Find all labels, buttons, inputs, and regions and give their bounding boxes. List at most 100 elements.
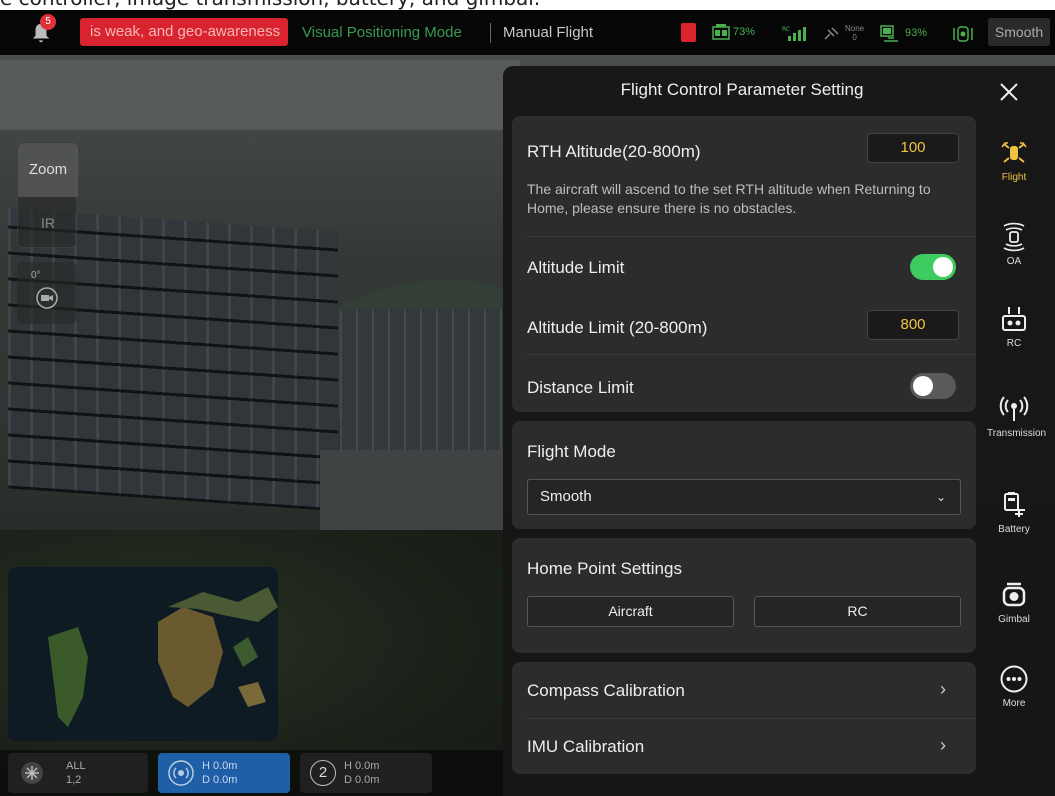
home-point-aircraft-button[interactable]: Aircraft xyxy=(527,596,734,627)
aircraft-1-icon xyxy=(168,760,194,786)
aircraft-2-number: 2 xyxy=(310,760,336,786)
gimbal-control[interactable]: 0° xyxy=(17,262,77,324)
nav-flight-label: Flight xyxy=(1001,172,1027,183)
nav-rc[interactable]: RC xyxy=(987,304,1041,350)
aircraft-1-distance: D 0.0m xyxy=(202,774,238,786)
imu-calibration-label: IMU Calibration xyxy=(527,737,645,756)
record-icon[interactable] xyxy=(35,286,59,310)
toggle-knob xyxy=(933,257,953,277)
gimbal-angle: 0° xyxy=(31,270,41,281)
mode-chip[interactable]: Smooth xyxy=(988,18,1050,46)
nav-battery[interactable]: Battery xyxy=(987,490,1041,536)
chevron-right-icon: › xyxy=(940,735,946,755)
aircraft-battery-status: 93% xyxy=(880,24,927,42)
aircraft-2-chip[interactable]: 2 H 0.0m D 0.0m xyxy=(300,753,432,793)
altitude-limit-label: Altitude Limit xyxy=(527,258,625,277)
ir-button[interactable]: IR xyxy=(18,203,78,243)
flight-mode-select[interactable]: Smooth ⌄ xyxy=(527,479,961,515)
more-icon xyxy=(1000,665,1028,693)
all-label: ALL xyxy=(66,760,86,772)
chevron-down-icon: ⌄ xyxy=(935,490,946,504)
rc-battery-status: 73% xyxy=(712,24,755,40)
sd-card-icon xyxy=(681,23,696,42)
lens-switcher: Zoom IR xyxy=(17,142,78,248)
gps-label: None xyxy=(845,24,865,33)
caption-strip: e controller, image transmission, batter… xyxy=(0,0,1055,10)
panel-title: Flight Control Parameter Setting xyxy=(620,80,864,99)
transmission-icon xyxy=(999,396,1029,421)
distance-limit-label: Distance Limit xyxy=(527,378,634,397)
altitude-limit-value-label: Altitude Limit (20-800m) xyxy=(527,318,708,337)
aircraft-battery-percent: 93% xyxy=(905,27,928,39)
divider xyxy=(527,354,976,355)
compass-calibration-label: Compass Calibration xyxy=(527,681,685,700)
nav-flight[interactable]: Flight xyxy=(987,138,1041,184)
aircraft-2-height: H 0.0m xyxy=(344,760,380,772)
home-point-rc-button[interactable]: RC xyxy=(754,596,961,627)
status-bar: 5 is weak, and geo-awareness Visual Posi… xyxy=(0,10,1055,55)
signal-status: RC xyxy=(782,24,808,42)
imu-calibration-row[interactable]: IMU Calibration › xyxy=(512,718,976,774)
flight-mode-status: Manual Flight xyxy=(503,24,594,41)
world-minimap[interactable] xyxy=(8,567,278,741)
altitude-limit-toggle[interactable] xyxy=(910,254,956,280)
nav-gimbal-label: Gimbal xyxy=(998,614,1030,625)
compass-calibration-row[interactable]: Compass Calibration › xyxy=(512,662,976,718)
aircraft-1-chip[interactable]: H 0.0m D 0.0m xyxy=(158,753,290,793)
aircraft-1-height: H 0.0m xyxy=(202,760,238,772)
warning-banner[interactable]: is weak, and geo-awareness xyxy=(80,18,288,46)
caption-text: e controller, image transmission, batter… xyxy=(0,0,540,10)
nav-gimbal[interactable]: Gimbal xyxy=(987,580,1041,626)
rc-battery-percent: 73% xyxy=(733,26,756,38)
nav-rc-label: RC xyxy=(1006,338,1022,349)
aircraft-group-icon xyxy=(21,762,43,784)
aircraft-battery-icon xyxy=(880,25,898,42)
nav-more[interactable]: More xyxy=(987,664,1041,710)
altitude-limit-input[interactable]: 800 xyxy=(867,310,959,340)
all-aircraft-chip[interactable]: ALL 1,2 xyxy=(8,753,148,793)
gimbal-icon xyxy=(1002,582,1026,607)
home-point-label: Home Point Settings xyxy=(527,559,682,578)
gps-status: None 0 xyxy=(822,24,864,42)
all-sub: 1,2 xyxy=(66,774,82,786)
world-map-image xyxy=(8,567,278,741)
divider xyxy=(527,236,976,237)
vision-sensor-icon xyxy=(953,26,973,42)
signal-bars-icon: RC xyxy=(782,26,806,41)
nav-transmission[interactable]: Transmission xyxy=(987,394,1047,440)
altitude-card: RTH Altitude(20-800m) 100 The aircraft w… xyxy=(512,116,976,412)
status-divider xyxy=(490,23,491,43)
distance-limit-toggle[interactable] xyxy=(910,373,956,399)
flight-icon xyxy=(1001,142,1027,163)
nav-oa[interactable]: OA xyxy=(987,222,1041,268)
rc-battery-icon xyxy=(712,24,730,40)
rth-description: The aircraft will ascend to the set RTH … xyxy=(527,181,931,216)
chevron-right-icon: › xyxy=(940,679,946,699)
obstacle-avoidance-icon xyxy=(1003,222,1025,252)
positioning-mode: Visual Positioning Mode xyxy=(302,24,462,41)
flight-mode-value: Smooth xyxy=(540,488,592,505)
flight-control-settings-panel: Flight Control Parameter Setting RTH Alt… xyxy=(503,66,1055,796)
close-icon[interactable] xyxy=(993,76,1025,108)
home-point-card: Home Point Settings Aircraft RC xyxy=(512,538,976,653)
zoom-button[interactable]: Zoom xyxy=(18,143,78,197)
flight-mode-label: Flight Mode xyxy=(527,442,616,461)
aircraft-2-distance: D 0.0m xyxy=(344,774,380,786)
remote-controller-icon xyxy=(1002,307,1026,331)
rth-altitude-input[interactable]: 100 xyxy=(867,133,959,163)
nav-battery-label: Battery xyxy=(998,524,1030,535)
gps-count: 0 xyxy=(852,33,857,42)
nav-transmission-label: Transmission xyxy=(987,428,1047,439)
toggle-knob xyxy=(913,376,933,396)
flight-mode-card: Flight Mode Smooth ⌄ xyxy=(512,421,976,529)
battery-icon xyxy=(1004,492,1025,517)
rth-altitude-label: RTH Altitude(20-800m) xyxy=(527,142,701,161)
vision-status xyxy=(952,24,974,44)
bottom-bar: ALL 1,2 H 0.0m D 0.0m 2 H 0.0m D 0.0m xyxy=(0,750,510,796)
svg-text:RC: RC xyxy=(782,26,790,33)
satellite-icon xyxy=(824,27,839,40)
calibration-card: Compass Calibration › IMU Calibration › xyxy=(512,662,976,774)
nav-more-label: More xyxy=(1002,698,1026,709)
nav-oa-label: OA xyxy=(1006,256,1022,267)
notification-count-badge: 5 xyxy=(40,14,56,30)
